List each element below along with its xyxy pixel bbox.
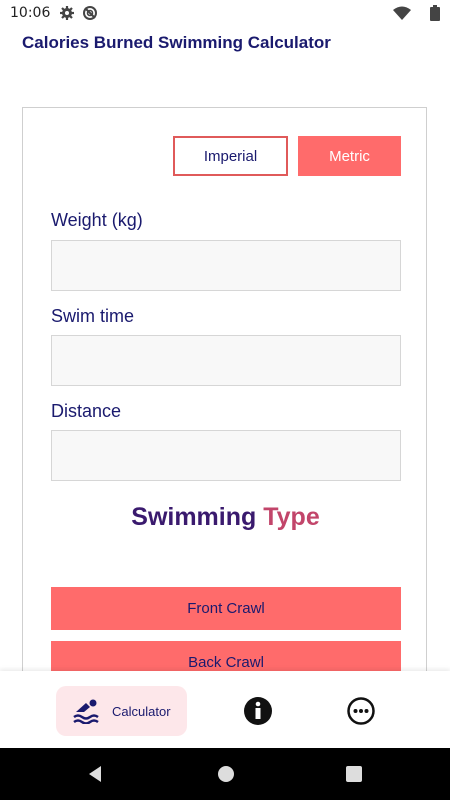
heading-word-swimming: Swimming bbox=[131, 503, 257, 531]
battery-icon bbox=[430, 5, 440, 25]
calculator-card: Imperial Metric Weight (kg) Swim time Di… bbox=[22, 107, 427, 707]
nav-calculator-label: Calculator bbox=[112, 704, 171, 719]
home-icon[interactable] bbox=[217, 765, 235, 788]
swim-time-field[interactable] bbox=[51, 335, 401, 386]
swimmer-icon bbox=[72, 698, 102, 729]
swimming-type-heading: Swimming Type bbox=[23, 503, 428, 532]
distance-label: Distance bbox=[51, 401, 122, 421]
system-nav-bar bbox=[0, 748, 450, 800]
heading-word-type: Type bbox=[263, 503, 320, 531]
more-icon[interactable] bbox=[346, 696, 376, 731]
data-saver-icon bbox=[82, 5, 98, 25]
back-icon[interactable] bbox=[86, 765, 104, 788]
recent-apps-icon[interactable] bbox=[346, 766, 362, 787]
weight-field[interactable] bbox=[51, 240, 401, 291]
distance-field[interactable] bbox=[51, 430, 401, 481]
gear-icon bbox=[59, 5, 75, 25]
imperial-button[interactable]: Imperial bbox=[173, 136, 288, 176]
weight-label: Weight (kg) bbox=[51, 210, 143, 230]
status-bar: 10:06 bbox=[0, 0, 450, 28]
wifi-icon bbox=[393, 6, 411, 25]
status-time: 10:06 bbox=[10, 5, 51, 21]
swim-time-label: Swim time bbox=[51, 306, 135, 326]
info-icon[interactable] bbox=[243, 696, 273, 731]
page-title: Calories Burned Swimming Calculator bbox=[22, 33, 331, 52]
bottom-nav: Calculator bbox=[0, 671, 450, 748]
metric-button[interactable]: Metric bbox=[298, 136, 401, 176]
front-crawl-button[interactable]: Front Crawl bbox=[51, 587, 401, 630]
